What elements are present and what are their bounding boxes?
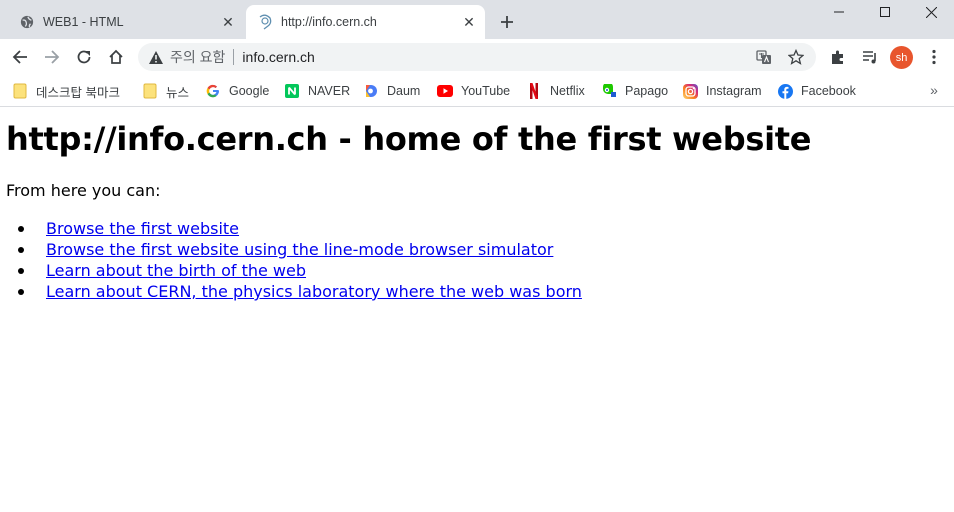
bookmark-label: 데스크탑 북마크 — [36, 85, 120, 100]
bookmark-label: Instagram — [706, 84, 762, 98]
maximize-icon — [880, 7, 890, 17]
netflix-icon — [526, 83, 542, 99]
bookmark-instagram[interactable]: Instagram — [682, 80, 762, 102]
back-arrow-icon — [12, 50, 27, 64]
more-bookmarks-chevron-icon[interactable]: » — [924, 80, 944, 100]
tab-strip: WEB1 - HTML ✕ http://info.cern.ch ✕ — [0, 0, 954, 39]
forward-arrow-icon — [45, 50, 60, 64]
list-item: Learn about CERN, the physics laboratory… — [18, 281, 582, 302]
youtube-icon — [437, 83, 453, 99]
reload-icon — [77, 50, 91, 64]
bookmark-label: Daum — [387, 84, 421, 98]
bookmark-netflix[interactable]: Netflix — [526, 80, 585, 102]
bookmark-naver[interactable]: NAVER — [284, 80, 350, 102]
close-window-button[interactable] — [908, 0, 954, 24]
loading-icon — [257, 14, 273, 30]
tab-title: WEB1 - HTML — [43, 15, 124, 29]
bookmarks-bar: 데스크탑 북마크 뉴스 Google NAVER Daum YouTube Ne… — [0, 75, 954, 107]
page-heading: http://info.cern.ch - home of the first … — [6, 120, 812, 158]
bookmark-label: NAVER — [308, 84, 351, 98]
page-content: http://info.cern.ch - home of the first … — [0, 108, 954, 512]
tab-title: http://info.cern.ch — [281, 15, 377, 29]
profile-avatar[interactable]: sh — [890, 46, 913, 69]
bookmark-google[interactable]: Google — [205, 80, 269, 102]
link-about-cern[interactable]: Learn about CERN, the physics laboratory… — [46, 282, 582, 301]
papago-icon — [601, 83, 617, 99]
bookmark-papago[interactable]: Papago — [601, 80, 668, 102]
minimize-icon — [834, 11, 844, 13]
close-window-icon — [925, 6, 937, 18]
extensions-button[interactable] — [824, 43, 852, 71]
security-label[interactable]: 주의 요함 — [170, 47, 225, 67]
bookmark-news[interactable]: 뉴스 — [142, 80, 189, 102]
facebook-icon — [777, 83, 793, 99]
globe-icon — [19, 14, 35, 30]
bookmark-facebook[interactable]: Facebook — [777, 80, 856, 102]
plus-icon — [501, 16, 513, 28]
address-bar[interactable]: 주의 요함 info.cern.ch — [138, 43, 816, 71]
list-item: Learn about the birth of the web — [18, 260, 582, 281]
puzzle-icon — [832, 50, 843, 64]
bookmark-daum[interactable]: Daum — [363, 80, 420, 102]
translate-icon[interactable] — [752, 45, 776, 69]
playlist-icon — [863, 51, 876, 64]
home-icon — [109, 49, 123, 64]
bookmark-label: YouTube — [461, 84, 511, 98]
bookmark-label: Facebook — [801, 84, 856, 98]
reload-button[interactable] — [70, 43, 98, 71]
back-button[interactable] — [6, 43, 34, 71]
intro-text: From here you can: — [6, 181, 161, 200]
bookmark-youtube[interactable]: YouTube — [437, 80, 510, 102]
bookmark-desktop[interactable]: 데스크탑 북마크 — [12, 80, 120, 102]
bookmark-star-icon[interactable] — [784, 45, 808, 69]
kebab-menu-icon — [932, 49, 936, 65]
toolbar: 주의 요함 info.cern.ch — [0, 39, 954, 75]
daum-icon — [363, 83, 379, 99]
google-icon — [205, 83, 221, 99]
link-line-mode-browser[interactable]: Browse the first website using the line-… — [46, 240, 553, 259]
tab-info-cern[interactable]: http://info.cern.ch ✕ — [246, 5, 485, 39]
tab-web1[interactable]: WEB1 - HTML ✕ — [8, 5, 244, 39]
bookmark-label: Netflix — [550, 84, 585, 98]
close-icon[interactable]: ✕ — [459, 12, 479, 32]
instagram-icon — [682, 83, 698, 99]
folder-icon — [12, 83, 28, 99]
link-list: Browse the first website Browse the firs… — [18, 218, 582, 302]
new-tab-button[interactable] — [495, 10, 519, 34]
minimize-button[interactable] — [816, 0, 862, 24]
bookmark-label: Google — [229, 84, 270, 98]
forward-button[interactable] — [38, 43, 66, 71]
bookmark-label: Papago — [625, 84, 669, 98]
media-control-button[interactable] — [856, 43, 884, 71]
url-text[interactable]: info.cern.ch — [242, 49, 752, 65]
divider — [233, 49, 235, 65]
close-icon[interactable]: ✕ — [218, 12, 238, 32]
menu-button[interactable] — [920, 43, 948, 71]
link-birth-of-web[interactable]: Learn about the birth of the web — [46, 261, 306, 280]
naver-icon — [284, 83, 300, 99]
bookmark-label: 뉴스 — [166, 85, 190, 100]
warning-icon[interactable] — [148, 49, 164, 65]
folder-icon — [142, 83, 158, 99]
list-item: Browse the first website — [18, 218, 582, 239]
list-item: Browse the first website using the line-… — [18, 239, 582, 260]
home-button[interactable] — [102, 43, 130, 71]
link-browse-first-website[interactable]: Browse the first website — [46, 219, 239, 238]
maximize-button[interactable] — [862, 0, 908, 24]
